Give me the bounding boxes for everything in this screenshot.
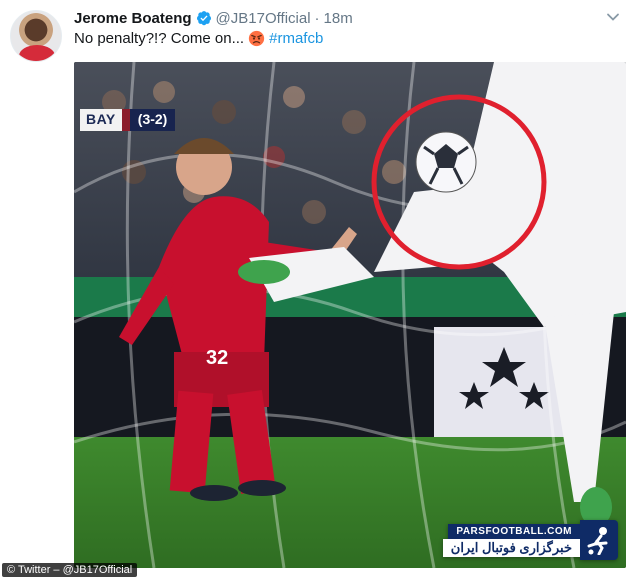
score-team: BAY bbox=[80, 109, 122, 131]
user-handle[interactable]: @JB17Official bbox=[216, 10, 311, 27]
watermark-tagline: خبرگزاری فوتبال ایران bbox=[442, 538, 580, 557]
tweet-header: Jerome Boateng @JB17Official · 18m bbox=[74, 8, 353, 28]
watermark: PARSFOOTBALL.COM خبرگزاری فوتبال ایران bbox=[442, 520, 618, 560]
tweet-timestamp[interactable]: 18m bbox=[324, 10, 353, 27]
hashtag-link[interactable]: #rmafcb bbox=[269, 30, 323, 47]
separator-dot: · bbox=[314, 9, 320, 27]
tweet-text: No penalty?!? Come on... #rmafcb bbox=[74, 30, 323, 47]
verified-badge-icon bbox=[196, 11, 211, 26]
score-value: (3-2) bbox=[129, 109, 176, 131]
display-name[interactable]: Jerome Boateng bbox=[74, 10, 192, 27]
score-divider bbox=[121, 109, 130, 131]
tweet-media-image[interactable]: 32 BAY (3-2) PARSFOOTBALL.COM خبرگزاری ف… bbox=[74, 62, 626, 568]
ball-illustration bbox=[415, 131, 477, 193]
watermark-text: PARSFOOTBALL.COM خبرگزاری فوتبال ایران bbox=[442, 520, 580, 560]
tweet-body: No penalty?!? Come on... bbox=[74, 30, 245, 47]
watermark-site: PARSFOOTBALL.COM bbox=[448, 523, 580, 539]
tweet-card: Jerome Boateng @JB17Official · 18m No pe… bbox=[0, 0, 634, 578]
shorts-number: 32 bbox=[206, 347, 228, 369]
score-bug: BAY (3-2) bbox=[80, 109, 176, 131]
watermark-logo-icon bbox=[580, 520, 618, 560]
angry-face-emoji-icon bbox=[248, 30, 265, 47]
avatar[interactable] bbox=[10, 10, 62, 62]
image-credit: © Twitter – @JB17Official bbox=[2, 563, 138, 577]
chevron-down-icon[interactable] bbox=[606, 10, 620, 24]
match-photo: 32 bbox=[74, 62, 626, 568]
